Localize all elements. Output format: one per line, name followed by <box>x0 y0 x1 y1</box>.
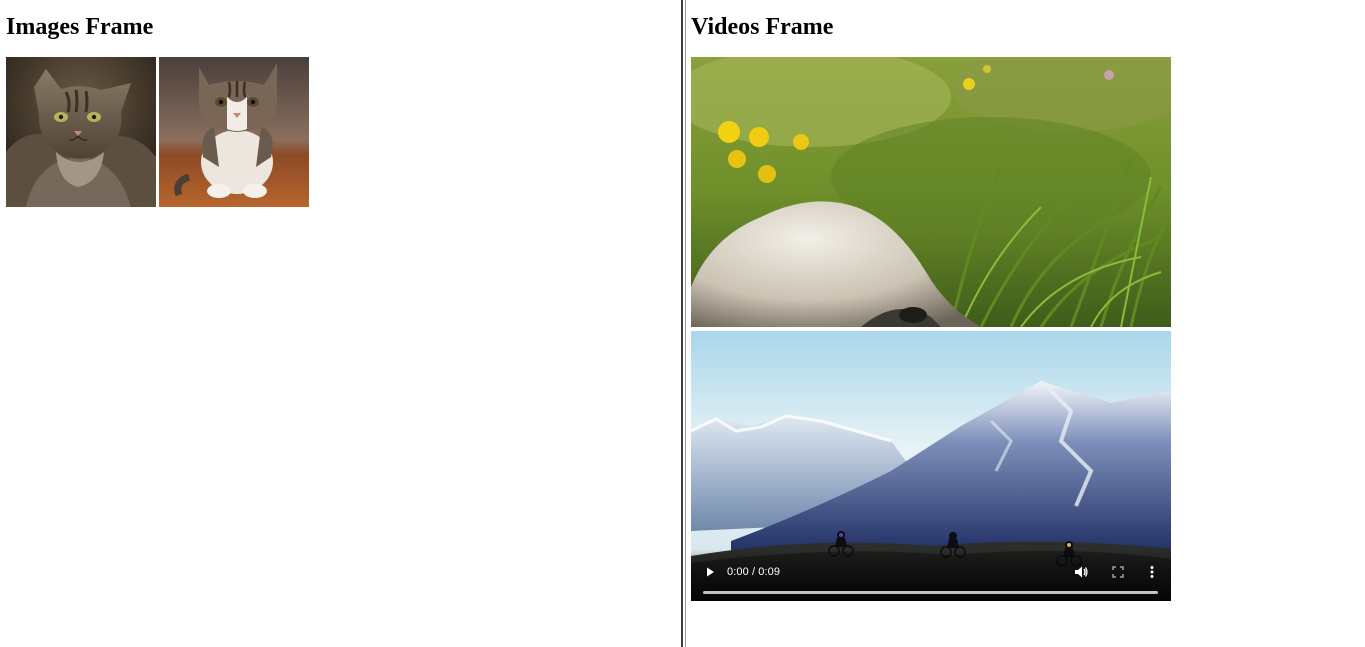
kitten-image <box>159 57 309 207</box>
cat-image <box>6 57 156 207</box>
fullscreen-icon[interactable] <box>1111 565 1125 579</box>
more-options-icon[interactable] <box>1147 564 1157 580</box>
mountain-video[interactable]: 0:00 / 0:09 <box>691 331 1171 601</box>
videos-frame-title: Videos Frame <box>691 14 834 40</box>
frameset: Images Frame Videos Frame 0:00 / 0:09 <box>0 0 1365 647</box>
video-controls: 0:00 / 0:09 <box>691 549 1171 601</box>
images-frame[interactable]: Images Frame <box>0 0 681 647</box>
meadow-video[interactable] <box>691 57 1171 327</box>
volume-icon[interactable] <box>1073 564 1089 580</box>
videos-frame[interactable]: Videos Frame 0:00 / 0:09 <box>686 0 1365 647</box>
seek-bar[interactable] <box>703 591 1158 594</box>
images-frame-title: Images Frame <box>6 14 154 40</box>
play-icon[interactable] <box>703 565 717 579</box>
time-display: 0:00 / 0:09 <box>727 566 781 578</box>
